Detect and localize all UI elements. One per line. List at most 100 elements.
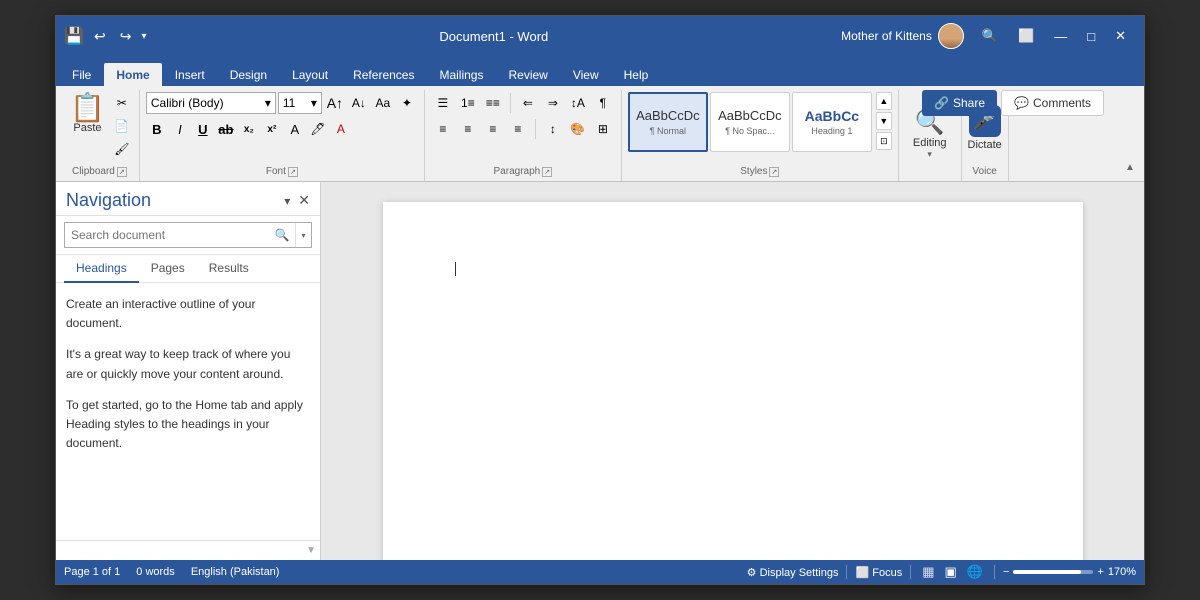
numbering-button[interactable]: 1≡: [456, 92, 480, 114]
restore-down-icon[interactable]: ⬜: [1008, 24, 1044, 48]
highlight-color-button[interactable]: 🖊: [307, 118, 329, 140]
bullets-button[interactable]: ☰: [431, 92, 455, 114]
zoom-out-button[interactable]: −: [1003, 566, 1009, 578]
tab-help[interactable]: Help: [612, 63, 661, 86]
font-color-button[interactable]: A: [284, 118, 306, 140]
line-spacing-button[interactable]: ↕: [541, 118, 565, 140]
nav-search-area: 🔍 ▾: [56, 216, 320, 255]
save-icon[interactable]: 💾: [64, 26, 84, 46]
style-no-spacing[interactable]: AaBbCcDc ¶ No Spac...: [710, 92, 790, 152]
word-count[interactable]: 0 words: [136, 566, 175, 578]
page-info[interactable]: Page 1 of 1: [64, 566, 120, 578]
tab-file[interactable]: File: [60, 63, 103, 86]
decrease-indent-button[interactable]: ⇐: [516, 92, 540, 114]
maximize-button[interactable]: □: [1077, 25, 1105, 48]
comments-button[interactable]: 💬 Comments: [1001, 90, 1104, 116]
tab-review[interactable]: Review: [496, 63, 559, 86]
language[interactable]: English (Pakistan): [191, 566, 280, 578]
clear-formatting-button[interactable]: ✦: [396, 92, 418, 114]
style-normal[interactable]: AaBbCcDc ¶ Normal: [628, 92, 708, 152]
show-marks-button[interactable]: ¶: [591, 92, 615, 114]
clipboard-expand-icon[interactable]: ↗: [117, 167, 127, 177]
align-right-button[interactable]: ≡: [481, 118, 505, 140]
user-profile[interactable]: Mother of Kittens: [841, 23, 964, 49]
font-size-dropdown[interactable]: 11 ▾: [278, 92, 322, 114]
tab-pages[interactable]: Pages: [139, 255, 197, 283]
styles-expand[interactable]: ⊡: [876, 132, 892, 150]
format-painter-button[interactable]: 🖌: [111, 138, 133, 160]
ribbon-collapse-button[interactable]: ▲: [1120, 157, 1140, 177]
nav-close-button[interactable]: ✕: [298, 192, 310, 209]
tab-insert[interactable]: Insert: [163, 63, 217, 86]
share-button[interactable]: 🔗 Share: [922, 90, 997, 116]
search-button[interactable]: 🔍: [269, 223, 295, 247]
font-family-dropdown[interactable]: Calibri (Body) ▾: [146, 92, 276, 114]
align-left-button[interactable]: ≡: [431, 118, 455, 140]
tab-results[interactable]: Results: [197, 255, 261, 283]
styles-scroll-down[interactable]: ▼: [876, 112, 892, 130]
justify-button[interactable]: ≡: [506, 118, 530, 140]
strikethrough-button[interactable]: ab: [215, 118, 237, 140]
display-settings-button[interactable]: ⚙ Display Settings: [747, 566, 839, 579]
multilevel-list-button[interactable]: ≡≡: [481, 92, 505, 114]
paste-button[interactable]: 📋 Paste: [66, 92, 109, 136]
sort-button[interactable]: ↕A: [566, 92, 590, 114]
styles-scroll-up[interactable]: ▲: [876, 92, 892, 110]
zoom-level[interactable]: 170%: [1108, 566, 1136, 578]
increase-font-button[interactable]: A↑: [324, 92, 346, 114]
navigation-panel: Navigation ▾ ✕ 🔍 ▾ Headings Pages: [56, 182, 321, 560]
minimize-button[interactable]: —: [1044, 25, 1077, 48]
font-name-row: Calibri (Body) ▾ 11 ▾ A↑ A↓ Aa ✦: [146, 92, 418, 114]
underline-button[interactable]: U: [192, 118, 214, 140]
status-divider3: [994, 565, 995, 579]
tab-references[interactable]: References: [341, 63, 426, 86]
zoom-in-button[interactable]: +: [1097, 566, 1103, 578]
undo-button[interactable]: ↩: [90, 26, 110, 47]
editing-label: Editing: [913, 137, 947, 149]
search-input[interactable]: [65, 228, 269, 242]
focus-button[interactable]: ⬜ Focus: [855, 566, 902, 579]
copy-button[interactable]: 📄: [111, 115, 133, 137]
cut-button[interactable]: ✂: [111, 92, 133, 114]
status-divider: [846, 565, 847, 579]
change-case-button[interactable]: Aa: [372, 92, 394, 114]
document-area[interactable]: [321, 182, 1144, 560]
tab-layout[interactable]: Layout: [280, 63, 340, 86]
web-layout-icon[interactable]: 🌐: [964, 563, 986, 581]
shading-button[interactable]: 🎨: [566, 118, 590, 140]
superscript-button[interactable]: x²: [261, 118, 283, 140]
print-layout-icon[interactable]: ▦: [919, 563, 937, 581]
subscript-button[interactable]: x₂: [238, 118, 260, 140]
close-button[interactable]: ✕: [1105, 24, 1136, 48]
styles-expand-icon[interactable]: ↗: [769, 167, 779, 177]
document-page[interactable]: [383, 202, 1083, 560]
nav-tabs: Headings Pages Results: [56, 255, 320, 283]
share-icon: 🔗: [934, 96, 949, 110]
nav-dropdown-icon[interactable]: ▾: [284, 194, 290, 208]
search-icon[interactable]: 🔍: [972, 24, 1008, 48]
nav-resize-handle[interactable]: ▼: [56, 540, 320, 560]
tab-design[interactable]: Design: [218, 63, 279, 86]
align-center-button[interactable]: ≡: [456, 118, 480, 140]
text-effects-button[interactable]: A: [330, 118, 352, 140]
tab-mailings[interactable]: Mailings: [427, 63, 495, 86]
tab-home[interactable]: Home: [104, 63, 161, 86]
redo-button[interactable]: ↪: [116, 26, 136, 47]
tab-headings[interactable]: Headings: [64, 255, 139, 283]
search-dropdown-button[interactable]: ▾: [295, 223, 311, 247]
increase-indent-button[interactable]: ⇒: [541, 92, 565, 114]
style-heading1[interactable]: AaBbCc Heading 1: [792, 92, 872, 152]
zoom-slider[interactable]: [1013, 570, 1093, 574]
clipboard-content: 📋 Paste ✂ 📄 🖌: [66, 90, 133, 164]
bold-button[interactable]: B: [146, 118, 168, 140]
paragraph-label: Paragraph ↗: [494, 164, 553, 177]
borders-button[interactable]: ⊞: [591, 118, 615, 140]
italic-button[interactable]: I: [169, 118, 191, 140]
paragraph-expand-icon[interactable]: ↗: [542, 167, 552, 177]
read-mode-icon[interactable]: ▣: [942, 563, 960, 581]
tab-view[interactable]: View: [561, 63, 611, 86]
decrease-font-button[interactable]: A↓: [348, 92, 370, 114]
separator: [510, 93, 511, 113]
font-format-buttons: B I U ab x₂ x² A 🖊 A: [146, 118, 352, 140]
font-expand-icon[interactable]: ↗: [288, 167, 298, 177]
